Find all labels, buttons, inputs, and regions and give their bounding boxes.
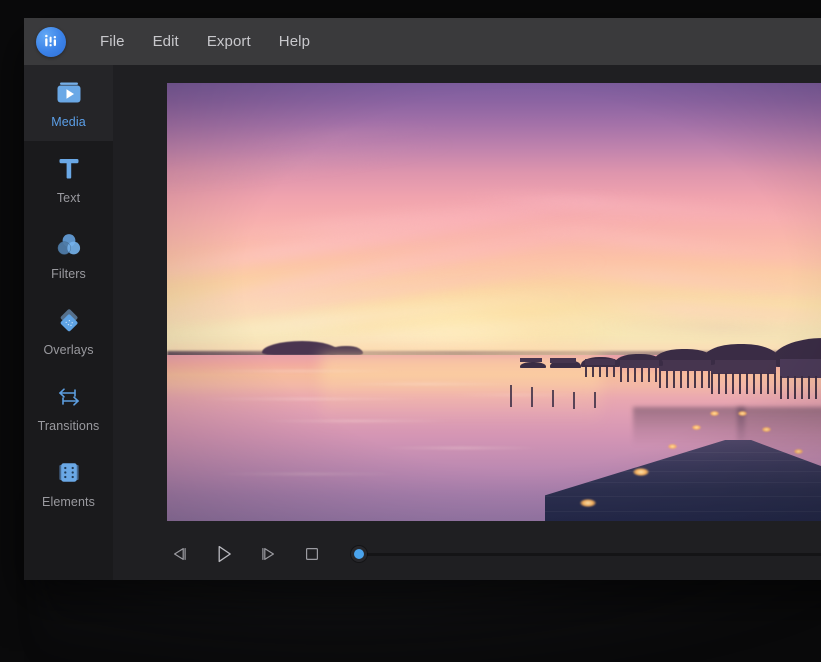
seek-track[interactable]: [359, 552, 821, 556]
boardwalk-deck: [545, 440, 821, 521]
menu-bar: File Edit Export Help: [24, 18, 821, 65]
text-t-icon: [53, 154, 85, 184]
transport-controls: [167, 531, 821, 577]
screen: File Edit Export Help Media Text Filters…: [0, 0, 821, 662]
filters-circles-icon: [53, 230, 85, 260]
app-logo-icon[interactable]: [36, 26, 66, 57]
media-video-folder-icon: [53, 78, 85, 108]
menu-item-help[interactable]: Help: [265, 28, 324, 55]
sidebar-item-media[interactable]: Media: [24, 65, 113, 141]
boardwalk-pier: [167, 337, 821, 521]
seek-slider[interactable]: [349, 544, 821, 564]
menu-item-file[interactable]: File: [86, 28, 139, 55]
video-preview[interactable]: [167, 83, 821, 521]
preview-scene-image: [167, 83, 821, 521]
sidebar-item-filters[interactable]: Filters: [24, 217, 113, 293]
sidebar-item-media-label: Media: [51, 114, 86, 129]
app-window: File Edit Export Help Media Text Filters…: [24, 18, 821, 580]
playhead-handle[interactable]: [351, 546, 367, 562]
elements-filmstrip-icon: [53, 458, 85, 488]
sidebar-item-filters-label: Filters: [51, 266, 86, 281]
sidebar-item-text-label: Text: [56, 190, 81, 205]
stop-square-icon[interactable]: [299, 541, 325, 567]
play-icon[interactable]: [211, 541, 237, 567]
sidebar-item-elements-label: Elements: [42, 494, 95, 509]
preview-stage: [113, 65, 821, 580]
step-forward-icon[interactable]: [255, 541, 281, 567]
sidebar-item-text[interactable]: Text: [24, 141, 113, 217]
sidebar-item-overlays[interactable]: Overlays: [24, 293, 113, 369]
sidebar-item-transitions-label: Transitions: [37, 418, 100, 433]
transitions-arrows-icon: [52, 382, 86, 412]
menu-item-edit[interactable]: Edit: [139, 28, 193, 55]
menu-item-list: File Edit Export Help: [86, 28, 324, 55]
sidebar-item-overlays-label: Overlays: [43, 342, 94, 357]
window-body: Media Text Filters Overlays Transitions …: [24, 65, 821, 580]
left-sidebar: Media Text Filters Overlays Transitions …: [24, 65, 113, 580]
sidebar-item-transitions[interactable]: Transitions: [24, 369, 113, 445]
sidebar-item-elements[interactable]: Elements: [24, 445, 113, 521]
overlays-diamond-icon: [53, 306, 85, 336]
step-backward-icon[interactable]: [167, 541, 193, 567]
menu-item-export[interactable]: Export: [193, 28, 265, 55]
